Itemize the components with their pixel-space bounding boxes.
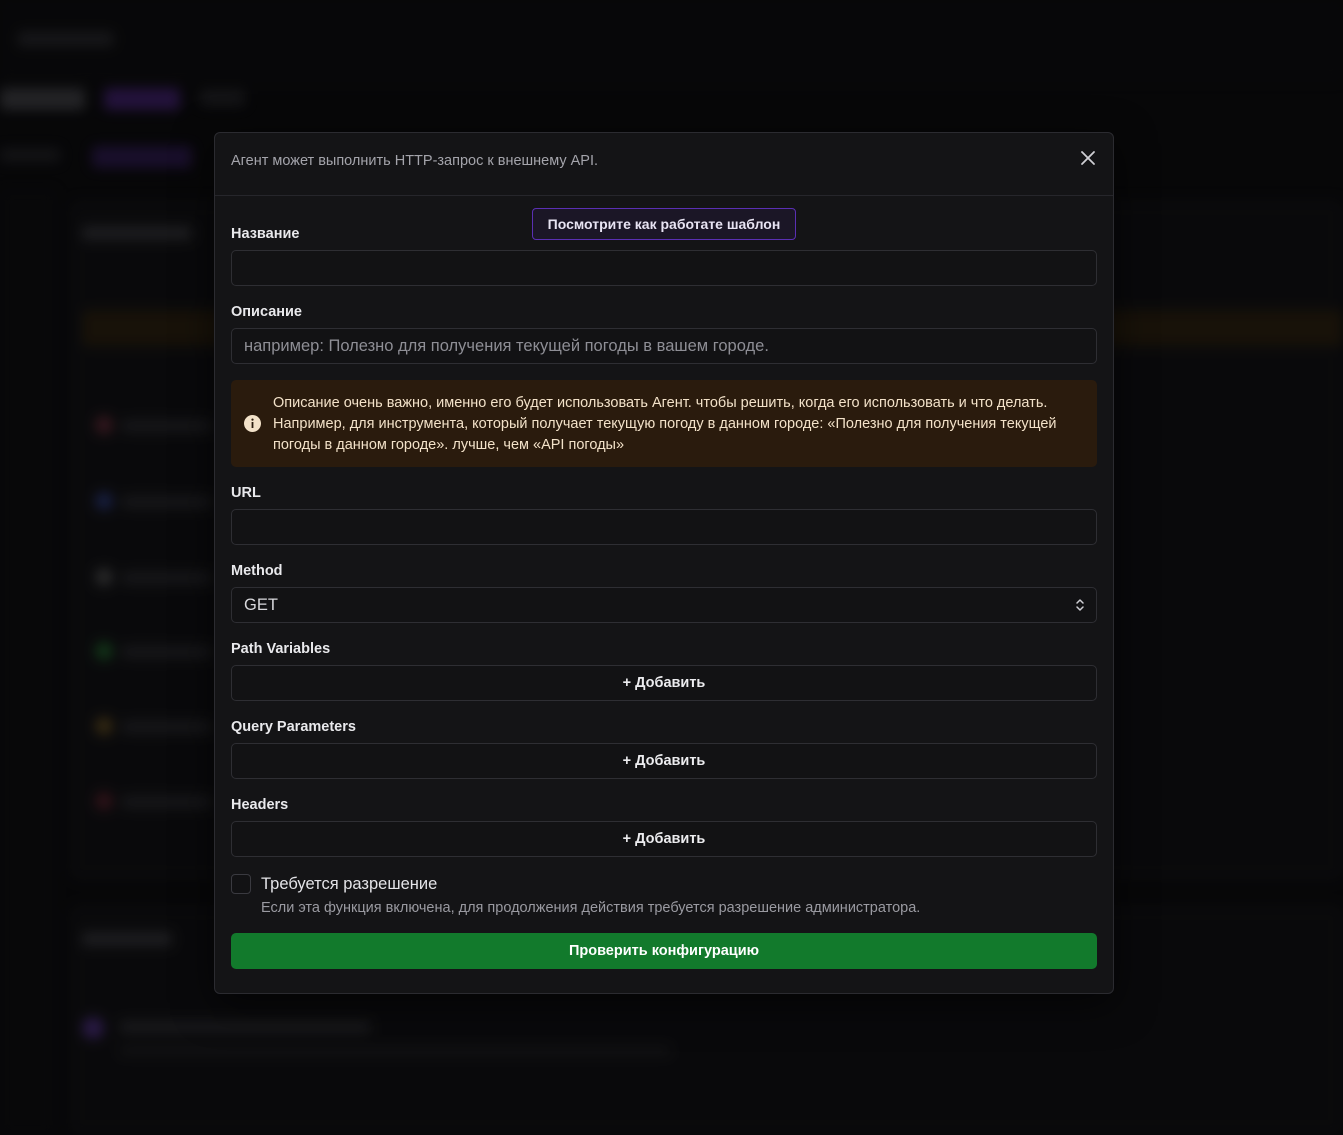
method-label: Method [231, 563, 283, 579]
description-label: Описание [231, 304, 302, 320]
url-input[interactable] [231, 509, 1097, 545]
permission-label: Требуется разрешение [261, 875, 438, 893]
verify-configuration-button[interactable]: Проверить конфигурацию [231, 933, 1097, 969]
permission-help-text: Если эта функция включена, для продолжен… [261, 900, 921, 916]
add-header-button[interactable]: + Добавить [231, 821, 1097, 857]
name-input[interactable] [231, 250, 1097, 286]
view-template-button[interactable]: Посмотрите как работате шаблон [532, 208, 796, 240]
description-warning: Описание очень важно, именно его будет и… [231, 380, 1097, 467]
add-query-parameter-button[interactable]: + Добавить [231, 743, 1097, 779]
permission-checkbox[interactable] [231, 874, 251, 894]
description-input[interactable] [231, 328, 1097, 364]
close-icon[interactable] [1077, 147, 1099, 169]
add-path-variable-button[interactable]: + Добавить [231, 665, 1097, 701]
path-variables-label: Path Variables [231, 641, 331, 657]
headers-label: Headers [231, 797, 289, 813]
name-label: Название [231, 226, 300, 242]
http-tool-modal: Агент может выполнить HTTP-запрос к внеш… [214, 132, 1114, 994]
method-value: GET [244, 596, 278, 614]
method-select[interactable]: GET [231, 587, 1097, 623]
warning-text: Описание очень важно, именно его будет и… [273, 395, 1057, 453]
chevron-up-down-icon [1076, 599, 1084, 611]
info-icon [244, 415, 261, 432]
url-label: URL [231, 485, 261, 501]
modal-header: Агент может выполнить HTTP-запрос к внеш… [215, 133, 1113, 196]
modal-description: Агент может выполнить HTTP-запрос к внеш… [231, 153, 599, 169]
query-parameters-label: Query Parameters [231, 719, 356, 735]
